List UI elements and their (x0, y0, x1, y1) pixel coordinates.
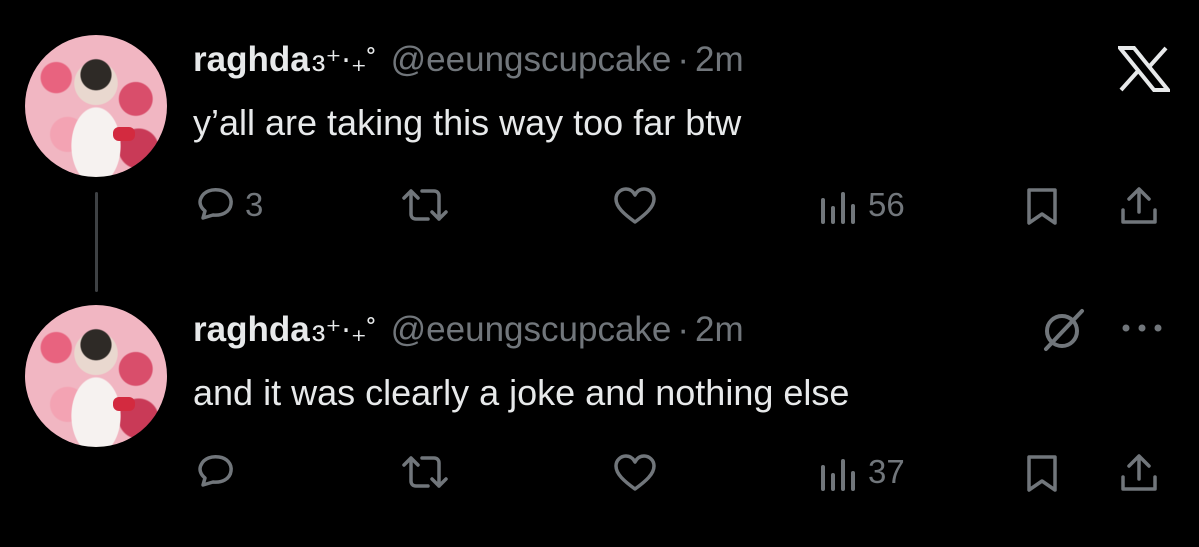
handle[interactable]: @eeungscupcake (391, 310, 672, 350)
display-name[interactable]: raghda (193, 40, 310, 80)
tweet-header: raghda ɜ⁺‧₊˚ @eeungscupcake · 2m (193, 310, 744, 350)
share-button[interactable] (1118, 186, 1160, 226)
reply-button[interactable]: 3 (195, 186, 263, 224)
bookmark-icon (1024, 186, 1060, 226)
more-options-icon[interactable] (1118, 321, 1166, 339)
retweet-button[interactable] (400, 453, 460, 491)
tweet-2[interactable]: raghda ɜ⁺‧₊˚ @eeungscupcake · 2m and it … (0, 275, 1199, 515)
views-button[interactable]: 56 (818, 186, 905, 224)
tweet-1[interactable]: raghda ɜ⁺‧₊˚ @eeungscupcake · 2m y’all a… (0, 0, 1199, 240)
heart-icon (612, 453, 658, 493)
bookmark-icon (1024, 453, 1060, 493)
tweet-text: and it was clearly a joke and nothing el… (193, 372, 850, 413)
timestamp[interactable]: 2m (695, 310, 744, 350)
heart-icon (612, 186, 658, 226)
retweet-icon (400, 186, 450, 224)
share-icon (1118, 453, 1160, 493)
retweet-button[interactable] (400, 186, 460, 224)
views-chart-icon (818, 186, 858, 224)
views-button[interactable]: 37 (818, 453, 905, 491)
separator-dot: · (677, 310, 690, 349)
share-button[interactable] (1118, 453, 1160, 493)
views-count: 56 (868, 186, 905, 223)
name-decoration: ɜ⁺‧₊˚ (311, 315, 377, 348)
views-chart-icon (818, 453, 858, 491)
avatar[interactable] (25, 305, 167, 447)
reply-count: 3 (245, 186, 264, 223)
timestamp[interactable]: 2m (695, 40, 744, 80)
name-decoration: ɜ⁺‧₊˚ (311, 45, 377, 78)
tweet-header: raghda ɜ⁺‧₊˚ @eeungscupcake · 2m (193, 40, 744, 80)
retweet-icon (400, 453, 450, 491)
views-count: 37 (868, 453, 905, 490)
reply-icon (195, 186, 235, 224)
handle[interactable]: @eeungscupcake (391, 40, 672, 80)
display-name[interactable]: raghda (193, 310, 310, 350)
like-button[interactable] (612, 186, 668, 226)
share-icon (1118, 186, 1160, 226)
x-logo-icon (1115, 46, 1173, 97)
like-button[interactable] (612, 453, 668, 493)
reply-button[interactable] (195, 453, 245, 491)
tweet-text: y’all are taking this way too far btw (193, 102, 742, 143)
separator-dot: · (677, 40, 690, 79)
avatar[interactable] (25, 35, 167, 177)
reply-icon (195, 453, 235, 491)
grok-icon[interactable] (1040, 307, 1086, 358)
bookmark-button[interactable] (1024, 453, 1060, 493)
bookmark-button[interactable] (1024, 186, 1060, 226)
